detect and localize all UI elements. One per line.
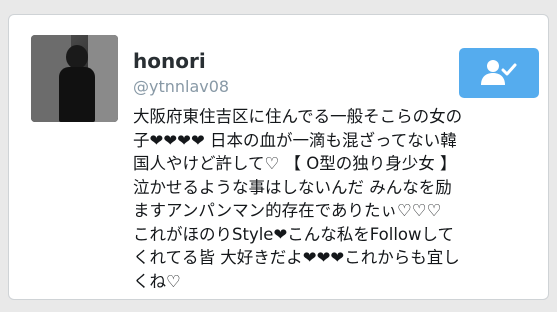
tweet-line: 大阪府東住吉区に住んでる一般そこらの女の — [133, 107, 463, 126]
display-name[interactable]: honori — [133, 49, 206, 73]
tweet-line: 泣かせるような事はしないんだ みんなを励 — [133, 177, 452, 197]
tweet-line: くね♡ — [133, 271, 181, 291]
follow-person-check-icon — [481, 60, 517, 85]
tweet-card: honori @ytnnlav08 大阪府東住吉区に住んでる一般そこらの女の 子… — [8, 14, 549, 300]
tweet-line: ますアンパンマン的存在でありたぃ♡♡♡ — [133, 201, 442, 220]
tweet-line: くれてる皆 大好きだよ❤❤❤これからも宜し — [133, 248, 460, 267]
avatar-figure-head — [66, 45, 88, 69]
avatar[interactable] — [31, 35, 118, 122]
follow-button[interactable] — [459, 48, 539, 98]
user-handle[interactable]: @ytnnlav08 — [133, 77, 229, 97]
avatar-figure-body — [59, 67, 95, 122]
tweet-line: これがほのりStyle❤こんな私をFollowして — [133, 224, 455, 244]
tweet-line: 国人やけど許して♡ 【 O型の独り身少女 】 — [133, 154, 457, 173]
tweet-line: 子❤❤❤❤ 日本の血が一滴も混ざってない韓 — [133, 130, 457, 150]
tweet-text: 大阪府東住吉区に住んでる一般そこらの女の 子❤❤❤❤ 日本の血が一滴も混ざってな… — [133, 105, 543, 293]
